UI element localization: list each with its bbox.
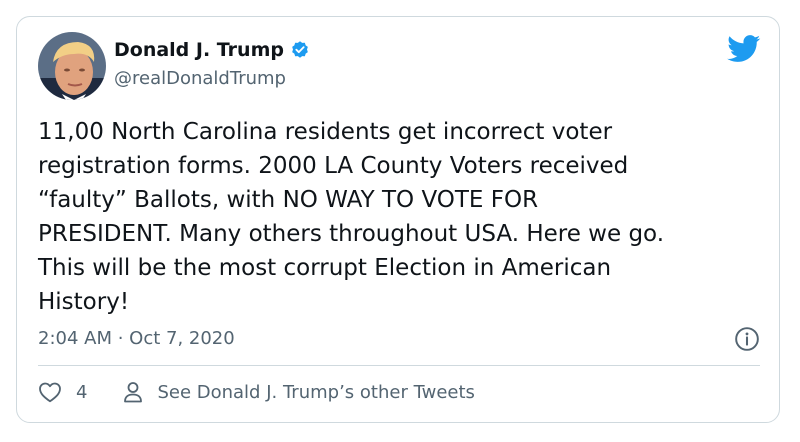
see-other-tweets-label: See Donald J. Trump’s other Tweets: [157, 381, 475, 403]
author-name-row: Donald J. Trump: [114, 39, 310, 61]
author-handle[interactable]: @realDonaldTrump: [114, 68, 286, 89]
divider: [38, 365, 760, 366]
person-icon: [124, 382, 143, 403]
like-button[interactable]: 4: [38, 381, 87, 403]
see-other-tweets-link[interactable]: See Donald J. Trump’s other Tweets: [123, 381, 475, 403]
tweet-actions: 4 See Donald J. Trump’s other Tweets: [38, 381, 475, 403]
tweet-text: 11,00 North Carolina residents get incor…: [38, 119, 665, 315]
info-icon[interactable]: [734, 326, 760, 352]
twitter-bird-icon[interactable]: [727, 35, 761, 63]
heart-icon: [39, 382, 61, 403]
avatar[interactable]: [38, 32, 106, 100]
author-name[interactable]: Donald J. Trump: [114, 39, 284, 61]
tweet-card[interactable]: Donald J. Trump @realDonaldTrump 11,00 N…: [16, 16, 780, 423]
tweet-timestamp[interactable]: 2:04 AM · Oct 7, 2020: [38, 328, 235, 349]
verified-badge-icon: [292, 41, 308, 58]
like-count: 4: [76, 381, 88, 403]
